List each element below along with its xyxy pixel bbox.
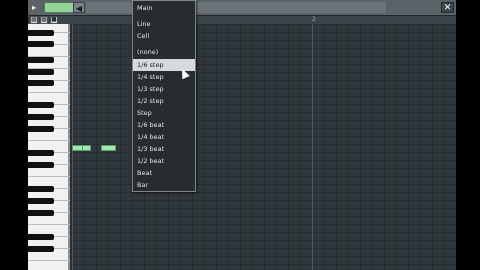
black-key[interactable] (28, 246, 54, 252)
note[interactable] (81, 145, 92, 151)
grid-icon[interactable]: ▦ (40, 16, 48, 24)
white-key-divider (28, 224, 70, 225)
menu-item-1-2-beat[interactable]: 1/2 beat (133, 155, 195, 167)
white-key-divider (28, 92, 70, 93)
tool-subbar: ▦ ▦ ■ 2 (28, 16, 456, 24)
stamp-icon[interactable]: ■ (50, 16, 58, 24)
menu-item-1-3-step[interactable]: 1/3 step (133, 83, 195, 95)
black-key[interactable] (28, 210, 54, 216)
menu-item-line[interactable]: Line (133, 18, 195, 30)
menu-item-1-6-beat[interactable]: 1/6 beat (133, 119, 195, 131)
menu-item-cell[interactable]: Cell (133, 30, 195, 42)
black-key[interactable] (28, 234, 54, 240)
black-key[interactable] (28, 80, 54, 86)
piano-roll-toolbar: ▸ ◀ ✕ (28, 0, 456, 16)
white-key-divider (28, 176, 70, 177)
black-key[interactable] (28, 69, 54, 75)
black-key[interactable] (28, 186, 54, 192)
menu-item-1-3-beat[interactable]: 1/3 beat (133, 143, 195, 155)
black-key[interactable] (28, 102, 54, 108)
black-key[interactable] (28, 114, 54, 120)
piano-keyboard[interactable] (28, 24, 70, 270)
white-key-divider (28, 140, 70, 141)
white-key-divider (28, 260, 70, 261)
play-arrow-icon[interactable]: ▸ (32, 3, 42, 13)
horizontal-scrollbar[interactable] (86, 2, 386, 13)
video-letterbox-right (456, 0, 480, 270)
black-key[interactable] (28, 57, 54, 63)
note[interactable] (100, 145, 117, 151)
black-key[interactable] (28, 162, 54, 168)
snap-dropdown-menu[interactable]: Main Line Cell (none) 1/6 step 1/4 step … (132, 0, 196, 192)
grid-icon[interactable]: ▦ (30, 16, 38, 24)
menu-item-beat[interactable]: Beat (133, 167, 195, 179)
menu-item-none[interactable]: (none) (133, 46, 195, 58)
close-icon[interactable]: ✕ (441, 2, 454, 13)
bar-line (312, 24, 313, 270)
menu-item-step[interactable]: Step (133, 107, 195, 119)
video-letterbox-left (0, 0, 28, 270)
menu-item-1-4-beat[interactable]: 1/4 beat (133, 131, 195, 143)
black-key[interactable] (28, 30, 54, 36)
black-key[interactable] (28, 126, 54, 132)
black-key[interactable] (28, 150, 54, 156)
menu-item-main[interactable]: Main (133, 2, 195, 14)
note-grid[interactable] (72, 24, 456, 270)
ruler-bar-number: 2 (312, 16, 316, 23)
left-arrow-icon[interactable]: ◀ (73, 2, 85, 13)
black-key[interactable] (28, 198, 54, 204)
menu-item-1-2-step[interactable]: 1/2 step (133, 95, 195, 107)
menu-item-bar[interactable]: Bar (133, 179, 195, 191)
black-key[interactable] (28, 41, 54, 47)
piano-roll-window: ▸ ◀ ✕ ▦ ▦ ■ 2 Main Line Cell (none) 1/6 … (28, 0, 456, 270)
